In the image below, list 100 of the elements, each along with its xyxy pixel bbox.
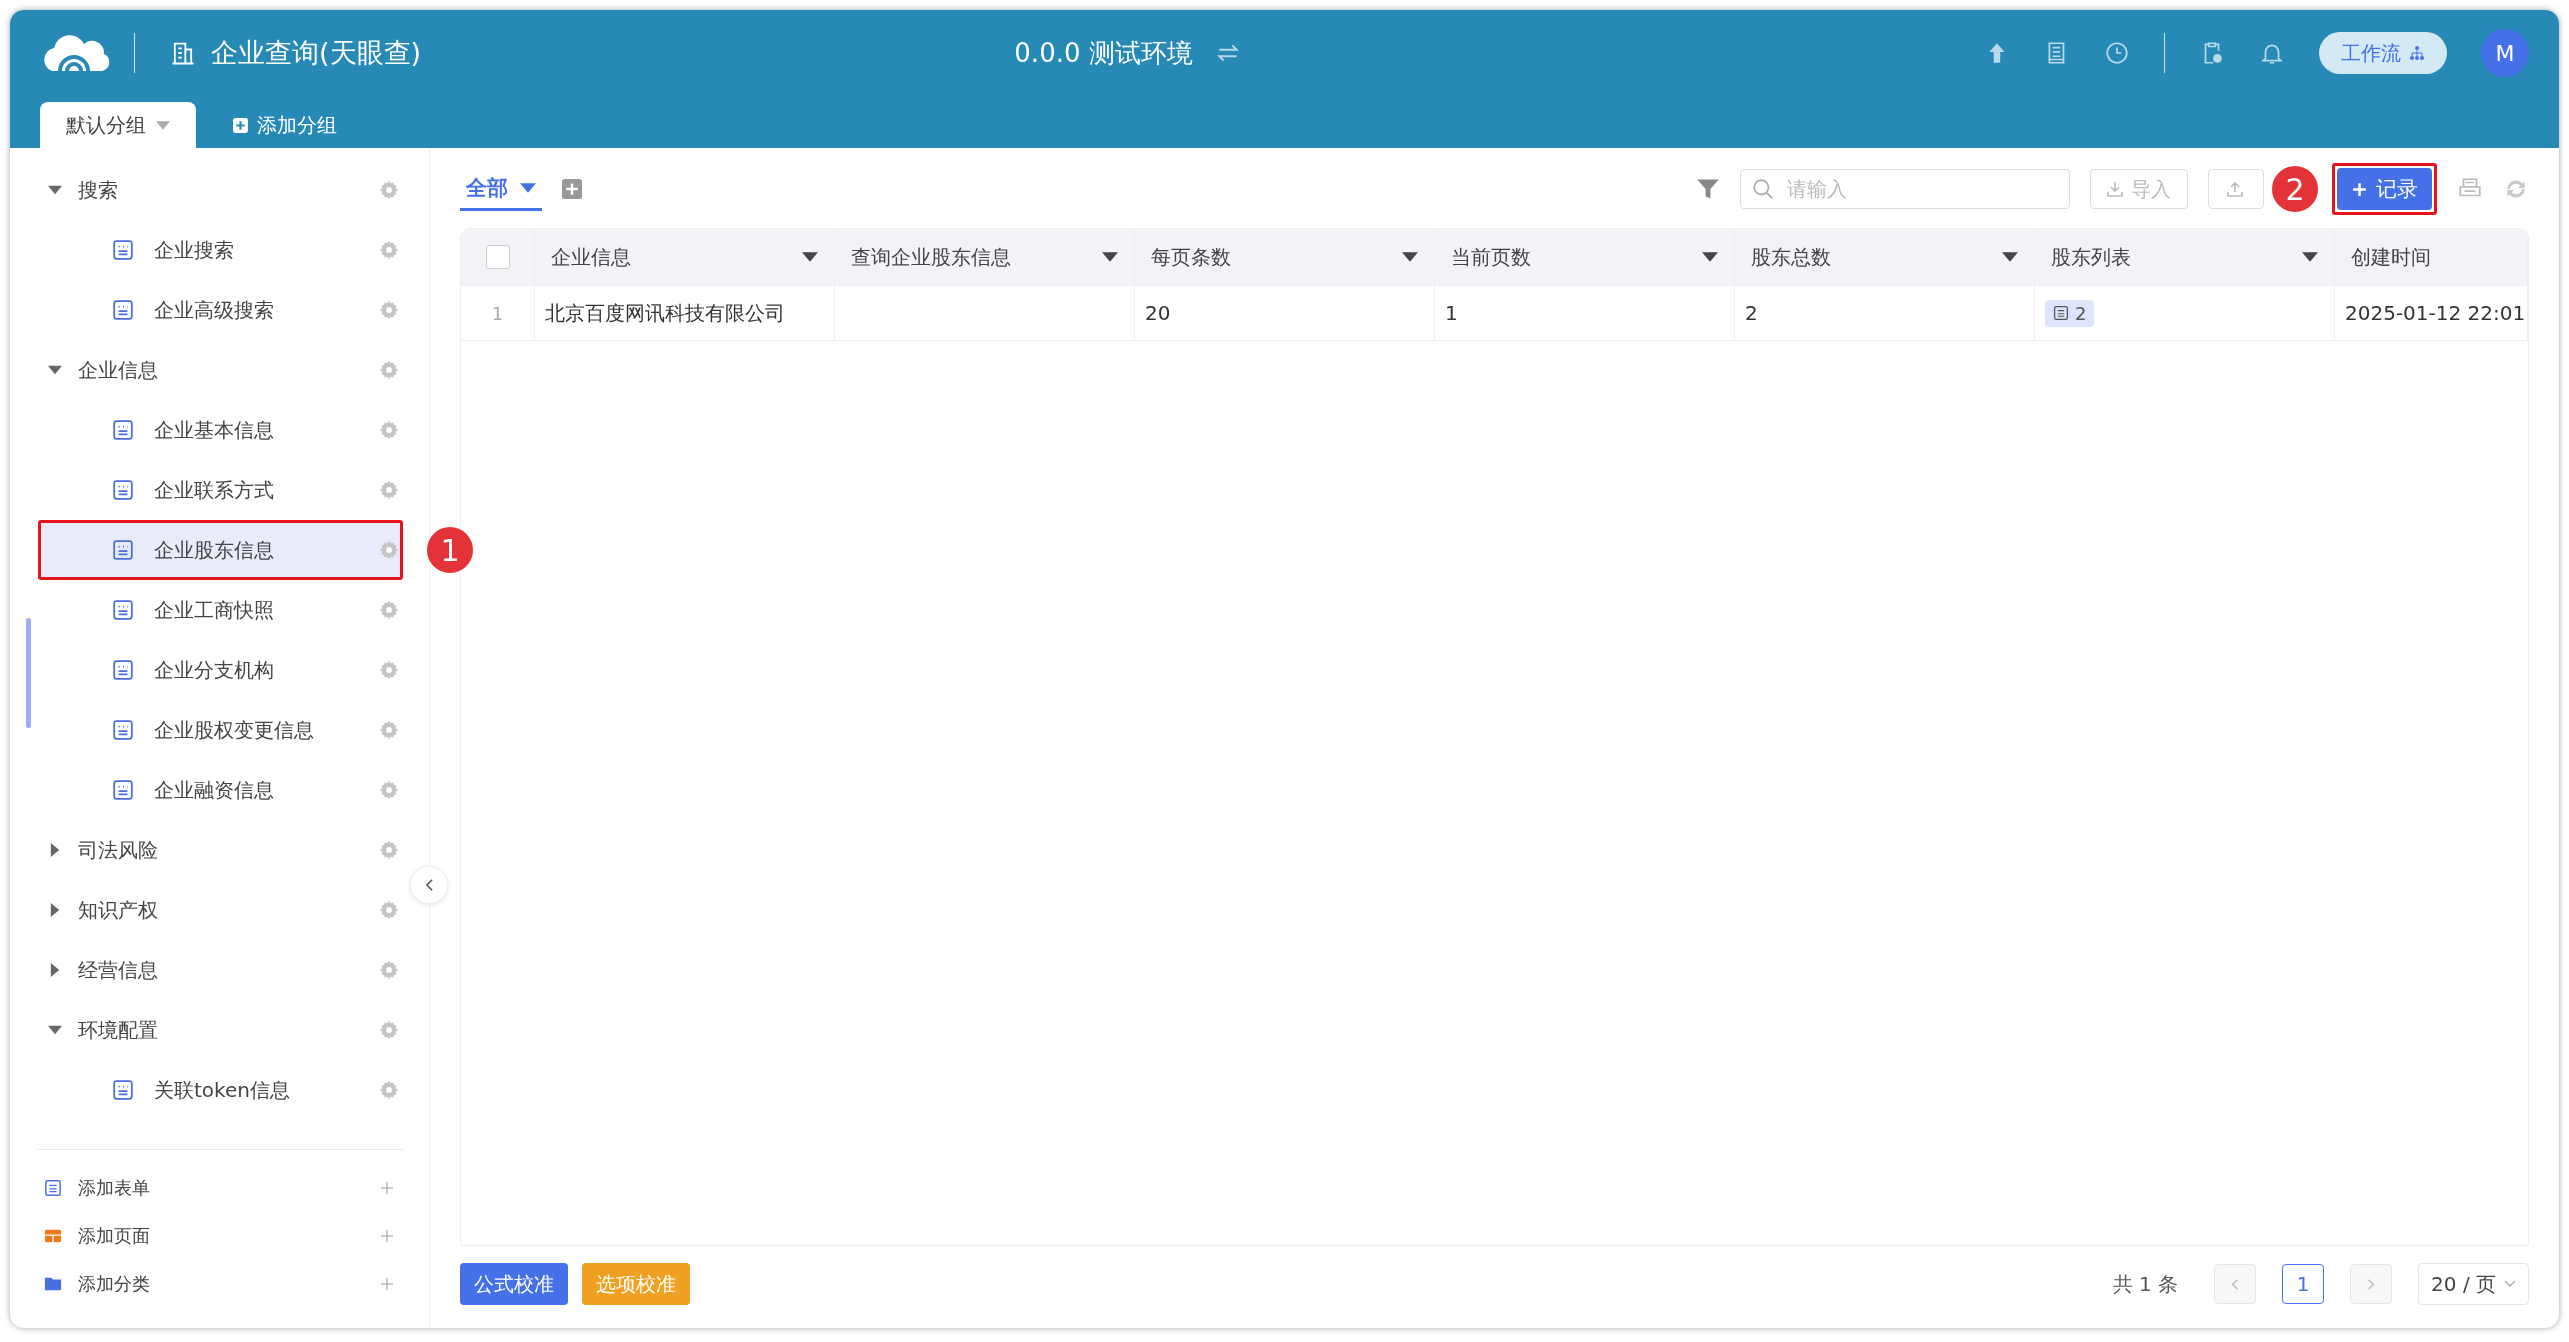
page-size-select[interactable]: 20 / 页	[2418, 1263, 2529, 1305]
expand-triangle-icon[interactable]	[48, 843, 62, 857]
settings-icon[interactable]	[379, 420, 399, 440]
plus-icon[interactable]	[379, 1228, 395, 1244]
column-header[interactable]: 企业信息	[535, 229, 835, 285]
table-cell: 2025-01-12 22:01	[2345, 301, 2526, 325]
export-button[interactable]	[2208, 169, 2264, 209]
expand-triangle-icon[interactable]	[48, 903, 62, 917]
expand-triangle-icon[interactable]	[48, 963, 62, 977]
sidebar-group[interactable]: 经营信息	[38, 940, 403, 1000]
collapse-sidebar-button[interactable]	[410, 866, 448, 904]
sidebar-group[interactable]: 知识产权	[38, 880, 403, 940]
add-view-icon[interactable]	[562, 179, 582, 199]
column-header[interactable]: 查询企业股东信息	[835, 229, 1135, 285]
settings-icon[interactable]	[379, 480, 399, 500]
total-count: 共 1 条	[2112, 1270, 2179, 1298]
row-number: 1	[491, 302, 504, 324]
plus-icon[interactable]	[379, 1276, 395, 1292]
column-menu-caret-icon[interactable]	[2002, 252, 2018, 262]
next-page-button[interactable]	[2350, 1264, 2393, 1304]
settings-icon[interactable]	[379, 1080, 399, 1100]
column-header[interactable]: 每页条数	[1135, 229, 1435, 285]
add-group-button[interactable]: 添加分组	[226, 102, 343, 148]
form-icon	[2053, 305, 2069, 321]
sidebar-item[interactable]: 企业基本信息	[38, 400, 403, 460]
search-field[interactable]: 请输入	[1740, 169, 2070, 209]
sidebar-group[interactable]: 环境配置	[38, 1000, 403, 1060]
sidebar-item[interactable]: 企业融资信息	[38, 760, 403, 820]
settings-icon[interactable]	[379, 960, 399, 980]
column-menu-caret-icon[interactable]	[1102, 252, 1118, 262]
sidebar-item[interactable]: 企业分支机构	[38, 640, 403, 700]
form-icon	[112, 239, 134, 261]
user-avatar[interactable]: M	[2481, 29, 2529, 77]
download-icon	[2107, 181, 2123, 197]
settings-icon[interactable]	[379, 300, 399, 320]
form-icon	[44, 1179, 62, 1197]
plus-icon[interactable]	[379, 1180, 395, 1196]
settings-icon[interactable]	[379, 180, 399, 200]
table-cell: 2	[1745, 301, 1758, 325]
sidebar-item[interactable]: 关联token信息	[38, 1060, 403, 1120]
calibrate-button[interactable]: 公式校准	[460, 1263, 568, 1305]
settings-icon[interactable]	[379, 360, 399, 380]
filter-icon[interactable]	[1696, 177, 1720, 201]
column-header[interactable]: 股东列表	[2035, 229, 2335, 285]
sidebar-action[interactable]: 添加表单	[38, 1164, 403, 1212]
workflow-button[interactable]: 工作流	[2319, 32, 2447, 74]
sidebar-item[interactable]: 企业搜索	[38, 220, 403, 280]
settings-icon[interactable]	[379, 1020, 399, 1040]
sidebar-item[interactable]: 企业联系方式	[38, 460, 403, 520]
sidebar-group[interactable]: 企业信息	[38, 340, 403, 400]
column-header[interactable]: 股东总数	[1735, 229, 2035, 285]
linked-records-tag[interactable]: 2	[2045, 299, 2095, 327]
form-icon	[112, 1079, 134, 1101]
settings-icon[interactable]	[379, 660, 399, 680]
sidebar-group[interactable]: 搜索	[38, 160, 403, 220]
add-record-button[interactable]: 记录	[2337, 168, 2432, 210]
plus-square-icon	[232, 116, 249, 134]
sidebar-item[interactable]: 企业高级搜索	[38, 280, 403, 340]
settings-icon[interactable]	[379, 600, 399, 620]
table-grid-icon	[44, 1227, 62, 1245]
sidebar-item[interactable]: 企业工商快照	[38, 580, 403, 640]
settings-icon[interactable]	[379, 780, 399, 800]
sidebar-action[interactable]: 添加分类	[38, 1260, 403, 1308]
app-title: 企业查询(天眼查)	[211, 36, 422, 70]
sidebar-item[interactable]: 企业股权变更信息	[38, 700, 403, 760]
form-icon	[112, 719, 134, 741]
select-all-checkbox[interactable]	[485, 245, 510, 269]
expand-triangle-icon[interactable]	[48, 183, 62, 197]
column-header[interactable]: 当前页数	[1435, 229, 1735, 285]
form-icon	[112, 659, 134, 681]
previous-page-button[interactable]	[2214, 1264, 2257, 1304]
org-chart-icon	[2409, 45, 2425, 61]
form-icon	[112, 299, 134, 321]
column-menu-caret-icon[interactable]	[1402, 252, 1418, 262]
expand-triangle-icon[interactable]	[48, 1023, 62, 1037]
chevron-left-icon	[2231, 1277, 2240, 1291]
settings-icon[interactable]	[379, 240, 399, 260]
clock-icon[interactable]	[2104, 40, 2130, 66]
caret-icon	[156, 120, 170, 130]
step-number-badge: 1	[425, 525, 475, 575]
group-tab[interactable]: 默认分组	[40, 102, 196, 148]
column-header[interactable]: 创建时间	[2335, 229, 2528, 285]
expand-triangle-icon[interactable]	[48, 363, 62, 377]
form-icon	[112, 479, 134, 501]
folder-icon	[44, 1275, 62, 1293]
page-number-button[interactable]: 1	[2282, 1264, 2325, 1304]
settings-icon[interactable]	[379, 540, 399, 560]
sidebar-group[interactable]: 司法风险	[38, 820, 403, 880]
form-icon	[112, 779, 134, 801]
form-icon	[112, 539, 134, 561]
settings-icon[interactable]	[379, 900, 399, 920]
column-menu-caret-icon[interactable]	[802, 252, 818, 262]
settings-icon[interactable]	[379, 720, 399, 740]
view-tab[interactable]: 全部	[460, 167, 542, 211]
column-menu-caret-icon[interactable]	[1702, 252, 1718, 262]
chevron-down-icon	[2504, 1280, 2516, 1288]
sidebar-action[interactable]: 添加页面	[38, 1212, 403, 1260]
form-icon	[112, 419, 134, 441]
settings-icon[interactable]	[379, 840, 399, 860]
column-menu-caret-icon[interactable]	[2302, 252, 2318, 262]
